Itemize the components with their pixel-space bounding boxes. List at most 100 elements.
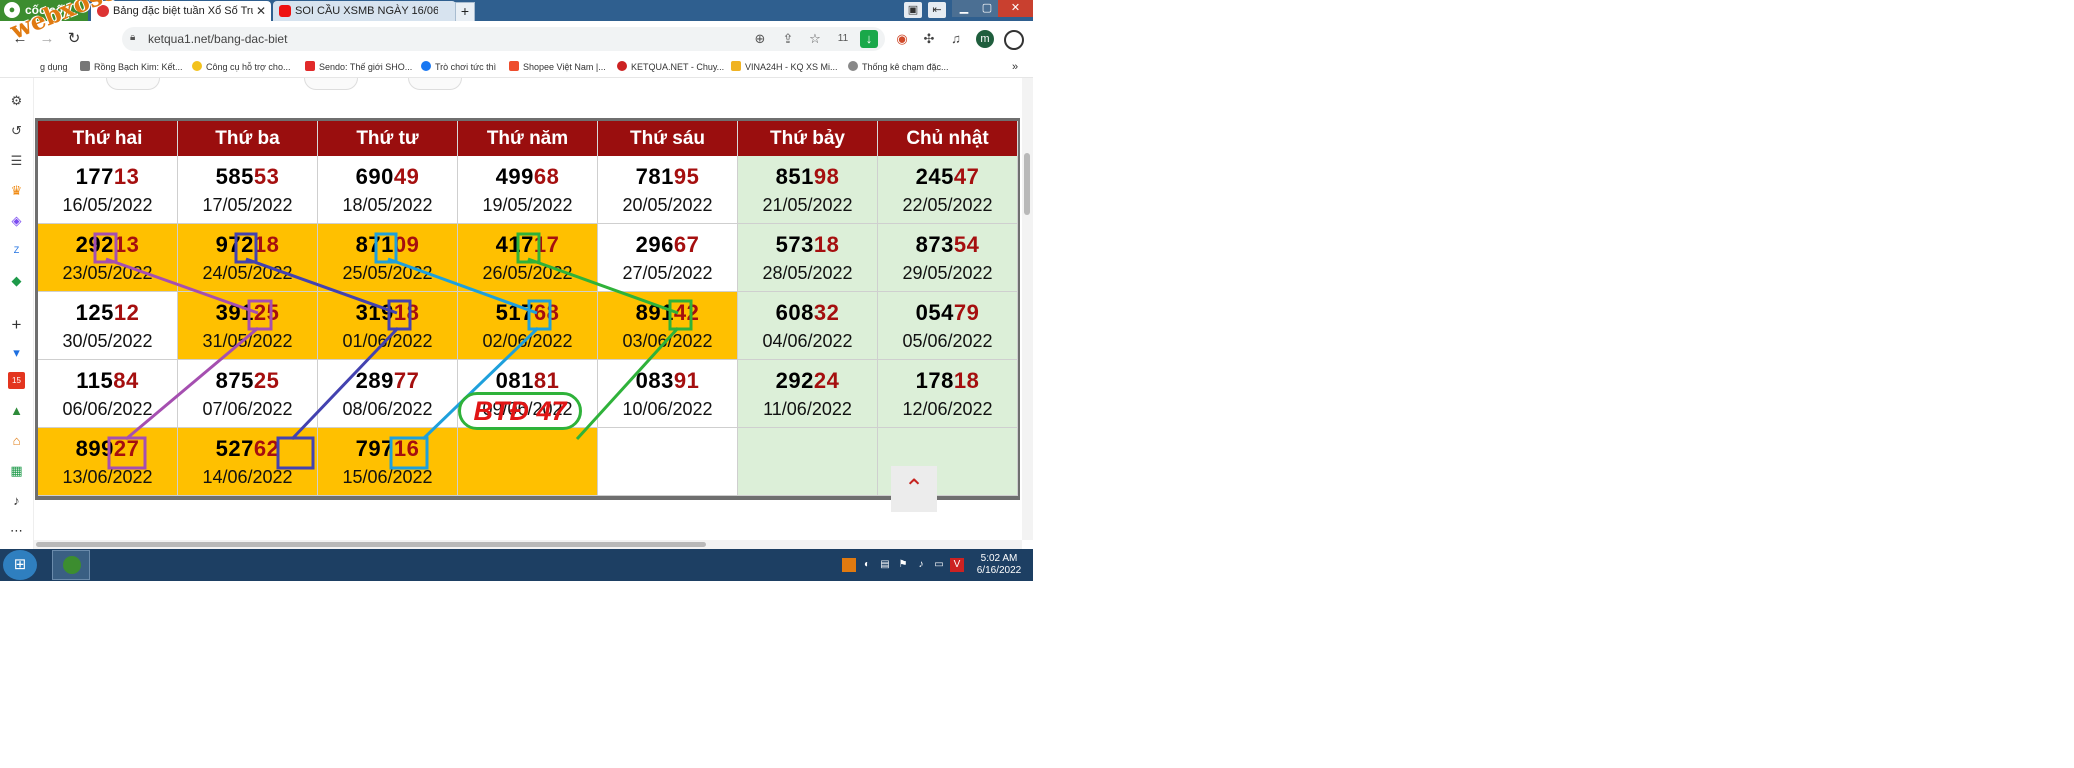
pager-button[interactable] (106, 78, 160, 90)
result-cell: 28977 08/06/2022 (318, 360, 458, 428)
tab-strip: ● cốc cốc Bảng đặc biệt tuần Xổ Số Tru ✕… (0, 0, 1033, 22)
bookmark-sendo[interactable]: Sendo: Thế giới SHO... (305, 57, 412, 77)
add-icon[interactable]: + (8, 316, 25, 333)
start-button[interactable]: ⊞ (3, 550, 37, 580)
notification-bell-icon[interactable]: ♪ (8, 492, 25, 509)
calendar-icon[interactable]: 15 (8, 372, 25, 389)
address-bar[interactable]: 🔒︎ ketqua1.net/bang-dac-biet ⊕ ⇪ ☆ 11 ↓ (122, 27, 885, 51)
settings-gear-icon[interactable]: ⚙ (8, 92, 25, 109)
sheet-icon[interactable]: ▦ (8, 462, 25, 479)
minimize-button[interactable]: ▁ (952, 0, 976, 17)
day-header: Thứ năm (458, 121, 598, 156)
horizontal-scrollbar[interactable] (34, 540, 1022, 549)
number-lead-digits: 899 (75, 436, 114, 461)
tray-flag-icon[interactable]: ⚑ (896, 558, 910, 572)
number-lead-digits: 296 (635, 232, 674, 257)
vertical-scrollbar[interactable] (1022, 78, 1033, 540)
pager-button[interactable] (304, 78, 358, 90)
number-tail-digits: 49 (393, 164, 420, 189)
zalo-icon[interactable]: Z (8, 242, 25, 259)
result-date: 11/06/2022 (763, 399, 852, 419)
crown-icon[interactable]: ♛ (8, 182, 25, 199)
pager-button[interactable] (408, 78, 462, 90)
result-number: 12512 (38, 300, 177, 326)
result-date: 29/05/2022 (902, 263, 993, 283)
result-cell (458, 428, 598, 496)
tab-soi-cau[interactable]: SOI CẦU XSMB NGÀY 16/06 (273, 1, 456, 21)
number-lead-digits: 517 (495, 300, 534, 325)
history-icon[interactable]: ↺ (8, 122, 25, 139)
bookmark-label: g dụng (40, 62, 68, 72)
chrome-store-icon[interactable]: ◉ (893, 30, 911, 48)
taskbar-coccoc[interactable] (52, 550, 90, 580)
bookmark-cong-cu[interactable]: Công cụ hỗ trợ cho... (192, 57, 290, 77)
result-cell: 08391 10/06/2022 (598, 360, 738, 428)
number-tail-digits: 77 (393, 368, 420, 393)
result-cell: 57318 28/05/2022 (738, 224, 878, 292)
download-icon[interactable]: ↓ (860, 30, 878, 48)
result-date: 23/05/2022 (62, 263, 153, 283)
new-tab-button[interactable]: + (455, 2, 475, 22)
share-icon[interactable]: ⇪ (779, 30, 797, 48)
result-date: 13/06/2022 (62, 467, 153, 487)
result-cell: 60832 04/06/2022 (738, 292, 878, 360)
bookmark-ketqua[interactable]: KETQUA.NET - Chuy... (617, 57, 724, 77)
result-date: 19/05/2022 (482, 195, 573, 215)
reload-icon[interactable]: ↻ (64, 29, 84, 49)
close-tab-icon[interactable]: ✕ (256, 1, 266, 21)
maximize-button[interactable]: ▢ (976, 0, 998, 17)
bookmark-star-icon[interactable]: ☆ (806, 30, 824, 48)
bookmark-thong-ke[interactable]: Thống kê chạm đặc... (848, 57, 949, 77)
result-number: 31918 (318, 300, 457, 326)
bookmark-rong-bach-kim[interactable]: Rồng Bạch Kim: Kết... (80, 57, 183, 77)
hat-icon[interactable]: ▲ (8, 402, 25, 419)
result-number: 57318 (738, 232, 877, 258)
number-lead-digits: 054 (915, 300, 954, 325)
bookmark-shopee[interactable]: Shopee Việt Nam |... (509, 57, 606, 77)
bookmark-tro-choi[interactable]: Trò chơi tức thì (421, 57, 496, 77)
tray-v-icon[interactable]: V (950, 558, 964, 572)
number-tail-digits: 18 (953, 368, 980, 393)
url-text[interactable]: ketqua1.net/bang-dac-biet (148, 27, 287, 51)
taskbar-clock[interactable]: 5:02 AM 6/16/2022 (968, 553, 1030, 577)
messenger-icon[interactable]: ◈ (8, 212, 25, 229)
menu-circle-icon[interactable] (1004, 30, 1024, 50)
shop-icon[interactable]: ⌂ (8, 432, 25, 449)
zoom-icon[interactable]: ⊕ (751, 30, 769, 48)
bookmark-vina24h[interactable]: VINA24H - KQ XS Mi... (731, 57, 838, 77)
tray-volume-icon[interactable]: ♪ (914, 558, 928, 572)
tray-app-icon[interactable] (842, 558, 856, 572)
wifi-icon[interactable]: ▾ (8, 344, 25, 361)
reading-list-icon[interactable]: ☰ (8, 152, 25, 169)
back-panel-icon[interactable]: ⇤ (928, 2, 946, 18)
bookmark-label: VINA24H - KQ XS Mi... (745, 62, 838, 72)
bookmarks-more-icon[interactable]: » (1012, 57, 1018, 77)
result-number: 87525 (178, 368, 317, 394)
more-options-icon[interactable]: ⋯ (8, 522, 25, 539)
result-number: 51768 (458, 300, 597, 326)
scroll-to-top-button[interactable]: ⌃ (891, 466, 937, 512)
result-number: 78195 (598, 164, 737, 190)
tray-network-icon[interactable]: ▤ (878, 558, 892, 572)
tray-globe-icon[interactable]: ◐ (860, 558, 874, 572)
bookmark-apps[interactable]: g dụng (40, 57, 68, 77)
close-window-button[interactable]: ✕ (998, 0, 1033, 17)
avatar[interactable]: m (976, 30, 994, 48)
extensions-icon[interactable]: ✣ (920, 30, 938, 48)
screenshot-icon[interactable]: ▣ (904, 2, 922, 18)
number-lead-digits: 891 (635, 300, 674, 325)
scrollbar-thumb[interactable] (1024, 153, 1030, 215)
lock-icon: 🔒︎ (130, 32, 136, 43)
result-cell: 79716 15/06/2022 (318, 428, 458, 496)
result-date: 18/05/2022 (342, 195, 433, 215)
number-lead-digits: 081 (495, 368, 534, 393)
tray-display-icon[interactable]: ▭ (932, 558, 946, 572)
media-icon[interactable]: ♫ (947, 30, 965, 48)
extension-badge[interactable]: 11 (834, 30, 852, 48)
scrollbar-thumb[interactable] (36, 542, 706, 547)
number-tail-digits: 81 (533, 368, 560, 393)
special-prize-table: Thứ hai Thứ ba Thứ tư Thứ năm Thứ sáu Thứ bảy… (35, 118, 1020, 500)
number-lead-digits: 292 (775, 368, 814, 393)
gamepad-icon[interactable]: ◆ (8, 272, 25, 289)
day-header: Thứ tư (318, 121, 458, 156)
